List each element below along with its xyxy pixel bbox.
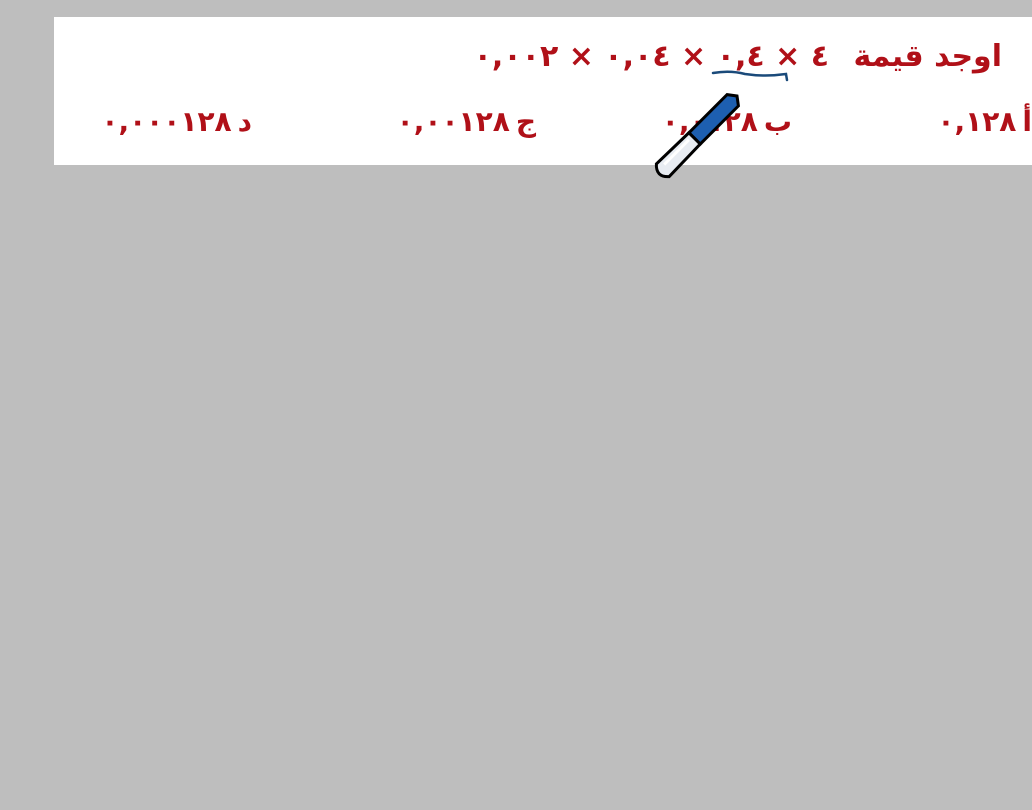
annotation-layer (654, 70, 789, 179)
ink-underline (711, 70, 789, 82)
pen-icon (654, 92, 741, 179)
